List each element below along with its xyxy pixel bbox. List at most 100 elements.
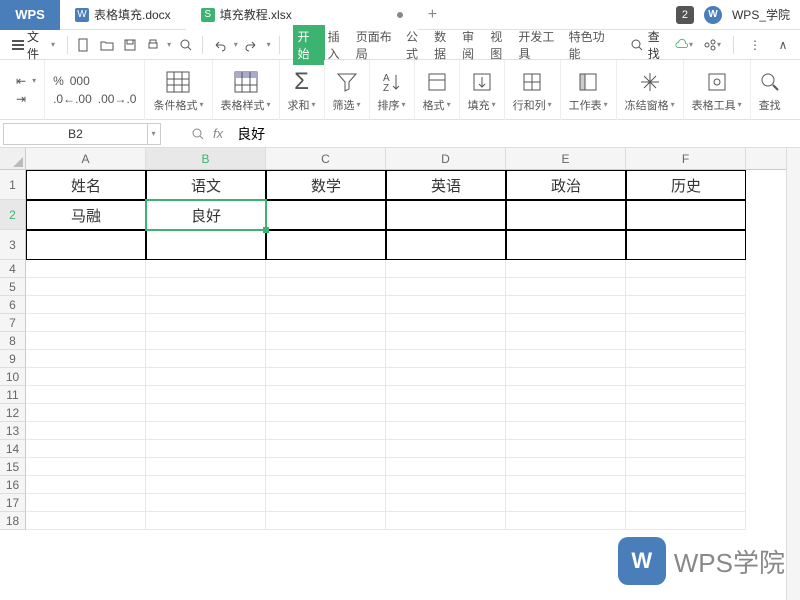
- fx-icon[interactable]: fx: [213, 126, 223, 141]
- cell[interactable]: [626, 200, 746, 230]
- namebox-dropdown[interactable]: ▾: [147, 123, 161, 145]
- cell[interactable]: [146, 458, 266, 476]
- row-header[interactable]: 9: [0, 350, 26, 368]
- cell[interactable]: [26, 458, 146, 476]
- row-header[interactable]: 1: [0, 170, 26, 200]
- cell[interactable]: [26, 278, 146, 296]
- cell[interactable]: [386, 422, 506, 440]
- cell[interactable]: [266, 230, 386, 260]
- cell[interactable]: [26, 512, 146, 530]
- cell[interactable]: [626, 476, 746, 494]
- row-header[interactable]: 16: [0, 476, 26, 494]
- cell[interactable]: [146, 440, 266, 458]
- cell[interactable]: [386, 278, 506, 296]
- cell[interactable]: [506, 404, 626, 422]
- sum-button[interactable]: Σ 求和▾: [280, 60, 325, 120]
- cell[interactable]: [26, 494, 146, 512]
- cell[interactable]: [506, 314, 626, 332]
- cell[interactable]: [266, 476, 386, 494]
- more-button[interactable]: ⋮: [746, 36, 764, 54]
- cell[interactable]: [626, 368, 746, 386]
- row-header[interactable]: 11: [0, 386, 26, 404]
- fill-handle[interactable]: [263, 227, 269, 233]
- decimal-dec-icon[interactable]: .00→.0: [98, 92, 137, 106]
- column-header[interactable]: D: [386, 148, 506, 170]
- cell[interactable]: [146, 404, 266, 422]
- cell[interactable]: [386, 230, 506, 260]
- toolbar-search[interactable]: 查找: [630, 28, 669, 62]
- cell[interactable]: [626, 260, 746, 278]
- cell[interactable]: [146, 476, 266, 494]
- cell[interactable]: [626, 278, 746, 296]
- cell[interactable]: [386, 332, 506, 350]
- cell[interactable]: [146, 314, 266, 332]
- percent-icon[interactable]: %: [53, 74, 64, 88]
- cell[interactable]: [626, 440, 746, 458]
- cell[interactable]: [506, 440, 626, 458]
- cell[interactable]: [506, 278, 626, 296]
- tab-special[interactable]: 特色功能: [566, 25, 616, 65]
- cell[interactable]: [506, 386, 626, 404]
- cell[interactable]: [386, 440, 506, 458]
- print-button[interactable]: [144, 36, 161, 54]
- column-header[interactable]: A: [26, 148, 146, 170]
- fill-button[interactable]: 填充▾: [460, 60, 505, 120]
- cell[interactable]: [626, 230, 746, 260]
- cell[interactable]: [26, 314, 146, 332]
- row-header[interactable]: 17: [0, 494, 26, 512]
- cell[interactable]: [26, 230, 146, 260]
- tab-start[interactable]: 开始: [293, 25, 325, 65]
- new-file-button[interactable]: [76, 36, 93, 54]
- row-header[interactable]: 5: [0, 278, 26, 296]
- save-button[interactable]: [122, 36, 139, 54]
- column-header[interactable]: B: [146, 148, 266, 170]
- rowcol-button[interactable]: 行和列▾: [505, 60, 561, 120]
- cell[interactable]: [386, 386, 506, 404]
- cell[interactable]: [146, 260, 266, 278]
- cell[interactable]: [26, 260, 146, 278]
- search-button[interactable]: 查找: [751, 60, 789, 120]
- open-button[interactable]: [99, 36, 116, 54]
- tab-formula[interactable]: 公式: [403, 25, 431, 65]
- cell[interactable]: [506, 296, 626, 314]
- tab-pagelayout[interactable]: 页面布局: [353, 25, 403, 65]
- tab-review[interactable]: 审阅: [459, 25, 487, 65]
- cell[interactable]: [506, 476, 626, 494]
- worksheet-button[interactable]: 工作表▾: [561, 60, 617, 120]
- cell[interactable]: [26, 422, 146, 440]
- cell[interactable]: [266, 350, 386, 368]
- tab-count-badge[interactable]: 2: [676, 6, 694, 24]
- cell[interactable]: [266, 512, 386, 530]
- select-all-corner[interactable]: [0, 148, 26, 170]
- hamburger-menu[interactable]: 文件 ▾: [8, 26, 59, 64]
- cell[interactable]: [506, 512, 626, 530]
- cell[interactable]: [506, 458, 626, 476]
- cell[interactable]: [626, 296, 746, 314]
- cell[interactable]: [26, 386, 146, 404]
- cell[interactable]: 良好: [146, 200, 266, 230]
- cell[interactable]: [146, 332, 266, 350]
- cell[interactable]: [266, 458, 386, 476]
- cell[interactable]: [26, 404, 146, 422]
- cell[interactable]: [146, 512, 266, 530]
- row-header[interactable]: 18: [0, 512, 26, 530]
- cell[interactable]: [146, 494, 266, 512]
- row-header[interactable]: 3: [0, 230, 26, 260]
- document-tab-docx[interactable]: W 表格填充.docx: [60, 0, 186, 30]
- cell[interactable]: [506, 350, 626, 368]
- name-box[interactable]: B2: [3, 123, 148, 145]
- tab-view[interactable]: 视图: [487, 25, 515, 65]
- cell[interactable]: [266, 368, 386, 386]
- cell[interactable]: [626, 314, 746, 332]
- row-header[interactable]: 7: [0, 314, 26, 332]
- cell[interactable]: [506, 368, 626, 386]
- row-header[interactable]: 12: [0, 404, 26, 422]
- cell[interactable]: [626, 494, 746, 512]
- cell[interactable]: [386, 494, 506, 512]
- row-header[interactable]: 6: [0, 296, 26, 314]
- cell[interactable]: [506, 332, 626, 350]
- cell[interactable]: [386, 260, 506, 278]
- cell[interactable]: 英语: [386, 170, 506, 200]
- cell[interactable]: [266, 386, 386, 404]
- cell[interactable]: [626, 350, 746, 368]
